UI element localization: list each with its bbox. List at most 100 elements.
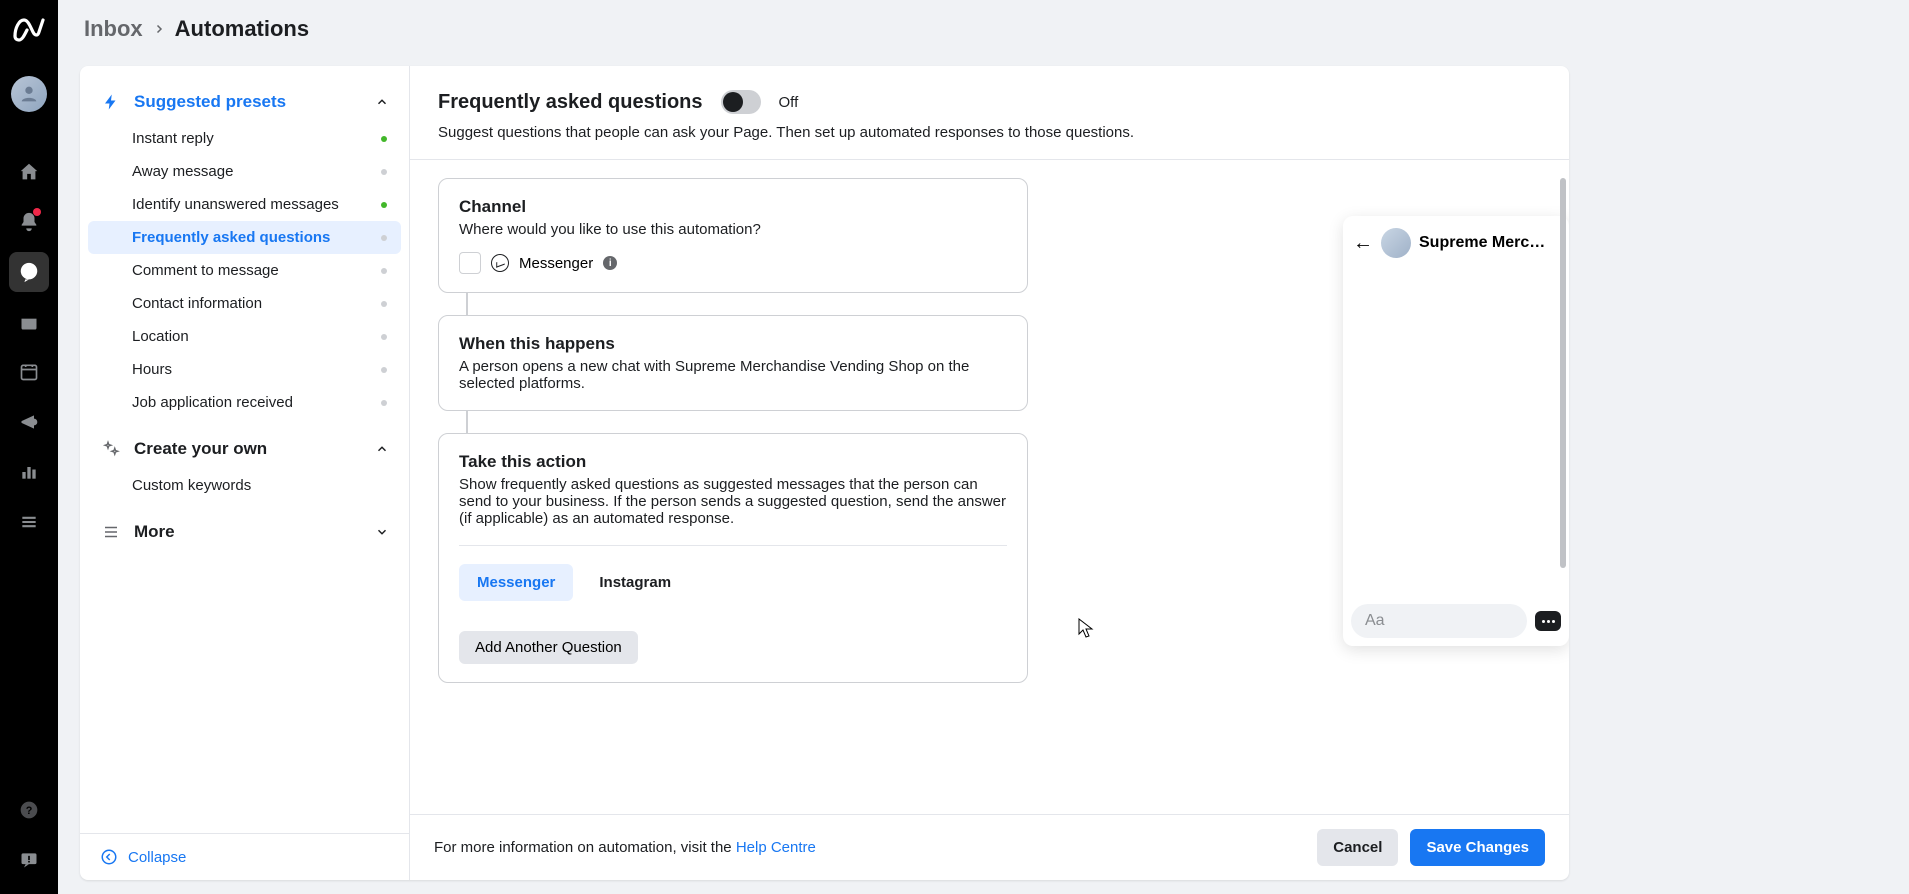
preset-label: Frequently asked questions xyxy=(132,229,330,246)
nav-help[interactable]: ? xyxy=(9,790,49,830)
account-avatar[interactable] xyxy=(11,76,47,112)
status-dot-icon xyxy=(381,136,387,142)
info-icon[interactable]: i xyxy=(603,256,617,270)
section-title: When this happens xyxy=(459,334,1007,354)
platform-tabs: Messenger Instagram xyxy=(459,564,1007,601)
collapse-button[interactable]: Collapse xyxy=(80,833,409,880)
preset-custom-keywords[interactable]: Custom keywords xyxy=(88,469,401,502)
chat-preview: ← Supreme Merc… Aa xyxy=(1343,216,1569,646)
svg-text:?: ? xyxy=(26,805,33,817)
nav-insights[interactable] xyxy=(9,452,49,492)
nav-rail: ? xyxy=(0,0,58,894)
preset-label: Job application received xyxy=(132,394,293,411)
preset-label: Identify unanswered messages xyxy=(132,196,339,213)
tab-instagram[interactable]: Instagram xyxy=(581,564,689,601)
messenger-checkbox[interactable] xyxy=(459,252,481,274)
help-centre-link[interactable]: Help Centre xyxy=(736,839,816,856)
back-arrow-icon[interactable]: ← xyxy=(1353,232,1373,255)
section-title: Take this action xyxy=(459,452,1007,472)
section-action: Take this action Show frequently asked q… xyxy=(438,433,1028,683)
group-label: Create your own xyxy=(134,439,363,459)
preset-away-message[interactable]: Away message xyxy=(88,155,401,188)
meta-logo-icon[interactable] xyxy=(11,10,47,46)
typing-icon xyxy=(1535,611,1561,631)
nav-home[interactable] xyxy=(9,152,49,192)
nav-planner[interactable] xyxy=(9,352,49,392)
preset-label: Hours xyxy=(132,361,172,378)
section-channel: Channel Where would you like to use this… xyxy=(438,178,1028,293)
group-label: Suggested presets xyxy=(134,92,363,112)
section-title: Channel xyxy=(459,197,1007,217)
nav-all-tools[interactable] xyxy=(9,502,49,542)
messenger-icon xyxy=(491,254,509,272)
presets-sidebar: Suggested presets Instant reply Away mes… xyxy=(80,66,410,880)
connector-line xyxy=(466,293,468,315)
nav-feedback[interactable] xyxy=(9,840,49,880)
group-more[interactable]: More xyxy=(80,512,409,552)
group-label: More xyxy=(134,522,363,542)
automation-card: Suggested presets Instant reply Away mes… xyxy=(80,66,1569,880)
connector-line xyxy=(466,411,468,433)
content-scroll[interactable]: Channel Where would you like to use this… xyxy=(410,160,1569,814)
group-suggested-presets[interactable]: Suggested presets xyxy=(80,82,409,122)
preset-instant-reply[interactable]: Instant reply xyxy=(88,122,401,155)
preset-faq[interactable]: Frequently asked questions xyxy=(88,221,401,254)
content-header: Frequently asked questions Off Suggest q… xyxy=(410,66,1569,160)
list-icon xyxy=(100,523,122,541)
breadcrumb-current: Automations xyxy=(175,16,309,42)
status-dot-icon xyxy=(381,268,387,274)
preset-label: Comment to message xyxy=(132,262,279,279)
preset-identify-unanswered[interactable]: Identify unanswered messages xyxy=(88,188,401,221)
preset-label: Custom keywords xyxy=(132,477,251,494)
main-area: Inbox Automations Suggested presets Inst… xyxy=(58,0,1909,894)
status-dot-icon xyxy=(381,235,387,241)
status-dot-icon xyxy=(381,169,387,175)
status-dot-icon xyxy=(381,367,387,373)
chevron-down-icon xyxy=(375,525,389,539)
group-create-your-own[interactable]: Create your own xyxy=(80,429,409,469)
scrollbar-thumb[interactable] xyxy=(1560,178,1566,568)
content-panel: Frequently asked questions Off Suggest q… xyxy=(410,66,1569,880)
footer-text-prefix: For more information on automation, visi… xyxy=(434,839,736,856)
notification-dot-icon xyxy=(33,208,41,216)
toggle-state-label: Off xyxy=(779,94,799,111)
faq-toggle[interactable] xyxy=(721,90,761,114)
nav-inbox[interactable] xyxy=(9,252,49,292)
chevron-up-icon xyxy=(375,95,389,109)
preset-contact-info[interactable]: Contact information xyxy=(88,287,401,320)
status-dot-icon xyxy=(381,202,387,208)
cancel-button[interactable]: Cancel xyxy=(1317,829,1398,866)
status-dot-icon xyxy=(381,301,387,307)
sparkle-icon xyxy=(100,440,122,458)
preview-avatar xyxy=(1381,228,1411,258)
preset-label: Location xyxy=(132,328,189,345)
page-title: Frequently asked questions xyxy=(438,91,703,114)
page-subtitle: Suggest questions that people can ask yo… xyxy=(438,124,1541,141)
collapse-label: Collapse xyxy=(128,849,186,866)
footer-text: For more information on automation, visi… xyxy=(434,839,816,856)
save-button[interactable]: Save Changes xyxy=(1410,829,1545,866)
breadcrumb-parent[interactable]: Inbox xyxy=(84,16,143,42)
chevron-right-icon xyxy=(153,23,165,35)
nav-posts[interactable] xyxy=(9,302,49,342)
add-question-button[interactable]: Add Another Question xyxy=(459,631,638,664)
preset-location[interactable]: Location xyxy=(88,320,401,353)
section-desc: Show frequently asked questions as sugge… xyxy=(459,476,1007,527)
preset-label: Contact information xyxy=(132,295,262,312)
footer-bar: For more information on automation, visi… xyxy=(410,814,1569,880)
nav-ads[interactable] xyxy=(9,402,49,442)
tab-messenger[interactable]: Messenger xyxy=(459,564,573,601)
preset-hours[interactable]: Hours xyxy=(88,353,401,386)
preset-label: Instant reply xyxy=(132,130,214,147)
bolt-icon xyxy=(100,93,122,111)
preset-comment-to-message[interactable]: Comment to message xyxy=(88,254,401,287)
breadcrumb: Inbox Automations xyxy=(58,0,1909,58)
preview-input[interactable]: Aa xyxy=(1351,604,1527,638)
nav-notifications[interactable] xyxy=(9,202,49,242)
channel-label: Messenger xyxy=(519,255,593,272)
preview-page-name: Supreme Merc… xyxy=(1419,234,1559,252)
section-desc: Where would you like to use this automat… xyxy=(459,221,1007,238)
status-dot-icon xyxy=(381,400,387,406)
preset-job-application[interactable]: Job application received xyxy=(88,386,401,419)
preset-label: Away message xyxy=(132,163,233,180)
